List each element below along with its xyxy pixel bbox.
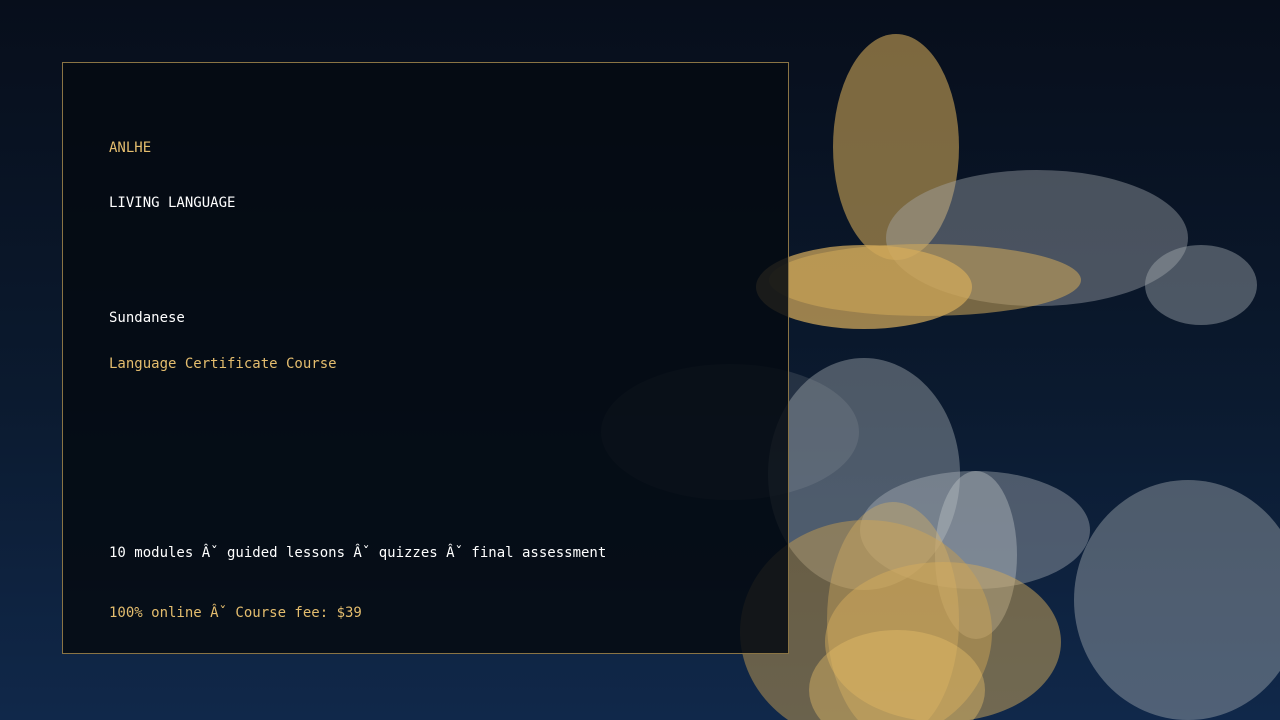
- course-title: Language Certificate Course: [109, 356, 337, 372]
- course-fee: 100% online Âˇ Course fee: $39: [109, 605, 362, 621]
- bokeh-circle: [1145, 245, 1257, 325]
- bokeh-circle: [1074, 480, 1280, 720]
- brand-name: ANLHE: [109, 140, 152, 156]
- course-details: 10 modules Âˇ guided lessons Âˇ quizzes …: [109, 545, 607, 561]
- language-name: Sundanese: [109, 310, 185, 326]
- tagline: LIVING LANGUAGE: [109, 195, 236, 211]
- bokeh-circle: [769, 244, 1081, 316]
